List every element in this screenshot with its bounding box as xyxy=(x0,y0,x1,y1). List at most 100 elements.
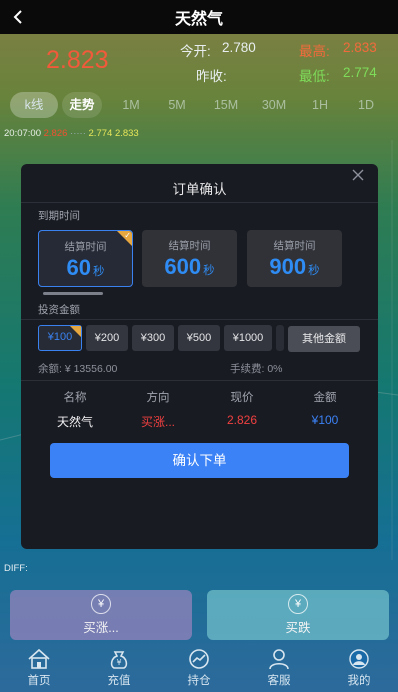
tab-kline[interactable]: k线 xyxy=(10,92,58,118)
yen-icon: ¥ xyxy=(288,594,308,614)
duration-number: 600 xyxy=(164,254,202,279)
tabbar-recharge[interactable]: ¥ 充值 xyxy=(89,645,149,692)
tabbar-service-label: 客服 xyxy=(267,675,291,687)
expiry-label: 到期时间 xyxy=(38,210,80,222)
user-profile-icon xyxy=(349,649,369,669)
svg-text:¥: ¥ xyxy=(116,658,121,667)
period-tabs: k线 走势 1M 5M 15M 30M 1H 1D xyxy=(0,92,398,118)
chart-value-faded: ····· xyxy=(70,128,86,139)
duration-value: 900 秒 xyxy=(247,254,342,280)
buy-up-button[interactable]: ¥ 买涨... xyxy=(10,590,192,640)
chart-icon xyxy=(189,649,209,669)
tabbar-service[interactable]: 客服 xyxy=(249,645,309,692)
header-name: 名称 xyxy=(63,392,87,404)
header-amount: 金额 xyxy=(313,392,337,404)
amount-label: ¥500 xyxy=(186,332,212,344)
other-amount-button[interactable]: 其他金额 xyxy=(288,326,360,352)
order-confirm-modal: 订单确认 到期时间 结算时间 60 秒 ✓ 结算时间 600 秒 结算时间 900 xyxy=(21,164,378,549)
tabbar-mine-label: 我的 xyxy=(347,675,371,687)
amount-300-button[interactable]: ¥300 xyxy=(132,325,174,351)
tabbar-recharge-label: 充值 xyxy=(107,675,131,687)
back-button[interactable] xyxy=(8,6,28,28)
chart-value-1: 2.826 xyxy=(43,128,68,139)
duration-number: 900 xyxy=(269,254,307,279)
tab-1h[interactable]: 1H xyxy=(306,92,334,118)
order-price: 2.826 xyxy=(226,413,258,427)
bottom-tab-bar: 首页 ¥ 充值 持仓 客服 我的 xyxy=(0,645,398,692)
yen-icon: ¥ xyxy=(91,594,111,614)
amount-1000-button[interactable]: ¥1000 xyxy=(224,325,272,351)
header-direction: 方向 xyxy=(146,392,170,404)
duration-caption: 结算时间 xyxy=(273,240,316,252)
app: 天然气 2.823 今开: 2.780 最高: 2.833 昨收: 最低: 2.… xyxy=(0,0,398,692)
duration-60-option[interactable]: 结算时间 60 秒 ✓ xyxy=(38,230,133,287)
buy-down-button[interactable]: ¥ 买跌 xyxy=(207,590,389,640)
duration-number: 60 xyxy=(66,255,91,280)
scroll-indicator[interactable] xyxy=(43,292,103,295)
chart-value-2: 2.774 xyxy=(88,128,113,139)
balance-text: 余额: ¥ 13556.00 xyxy=(38,363,118,375)
buy-up-label: 买涨... xyxy=(83,621,119,635)
amount-label: ¥300 xyxy=(140,332,166,344)
person-icon xyxy=(269,649,289,670)
tab-1d[interactable]: 1D xyxy=(352,92,380,118)
duration-unit: 秒 xyxy=(308,265,320,277)
order-name: 天然气 xyxy=(56,415,93,429)
open-value: 2.780 xyxy=(222,40,256,55)
amount-label: ¥1000 xyxy=(232,332,264,344)
header-price: 现价 xyxy=(230,392,254,404)
diff-label: DIFF: xyxy=(4,563,28,574)
tabbar-home[interactable]: 首页 xyxy=(9,645,69,692)
low-value: 2.774 xyxy=(343,65,377,80)
modal-title: 订单确认 xyxy=(172,182,227,197)
chart-info: 20:07:00 2.826 ····· 2.774 2.833 xyxy=(4,128,139,139)
tab-15m[interactable]: 15M xyxy=(208,92,244,118)
close-icon xyxy=(352,169,364,181)
selected-check-icon xyxy=(70,326,81,337)
home-icon xyxy=(28,648,50,669)
amount-500-button[interactable]: ¥500 xyxy=(178,325,220,351)
chevron-left-icon xyxy=(13,10,22,24)
tab-1m[interactable]: 1M xyxy=(116,92,146,118)
amount-200-button[interactable]: ¥200 xyxy=(86,325,128,351)
selected-check-icon: ✓ xyxy=(117,231,132,246)
tab-trend[interactable]: 走势 xyxy=(62,92,102,118)
order-direction: 买涨... xyxy=(140,415,175,429)
fee-text: 手续费: 0% xyxy=(230,363,283,375)
amount-overflow-edge xyxy=(276,325,284,351)
low-label: 最低: xyxy=(299,69,330,84)
tabbar-mine[interactable]: 我的 xyxy=(329,645,389,692)
amount-label: ¥200 xyxy=(94,332,120,344)
open-label: 今开: xyxy=(180,44,211,59)
tabbar-positions-label: 持仓 xyxy=(187,675,211,687)
tabbar-home-label: 首页 xyxy=(27,675,51,687)
duration-600-option[interactable]: 结算时间 600 秒 xyxy=(142,230,237,287)
chart-time: 20:07:00 xyxy=(4,128,41,139)
high-label: 最高: xyxy=(299,44,330,59)
buy-down-label: 买跌 xyxy=(285,621,311,635)
amount-label: ¥100 xyxy=(47,331,73,343)
money-bag-icon: ¥ xyxy=(110,651,128,669)
divider xyxy=(21,202,378,203)
amount-label: 投资金额 xyxy=(38,304,80,316)
duration-value: 60 秒 xyxy=(39,255,132,281)
confirm-order-button[interactable]: 确认下单 xyxy=(50,443,349,478)
close-button[interactable] xyxy=(352,168,368,184)
duration-unit: 秒 xyxy=(203,265,215,277)
nav-bar: 天然气 xyxy=(0,0,398,34)
page-title: 天然气 xyxy=(174,11,223,28)
high-value: 2.833 xyxy=(343,40,377,55)
duration-value: 600 秒 xyxy=(142,254,237,280)
order-amount: ¥100 xyxy=(311,413,339,427)
duration-900-option[interactable]: 结算时间 900 秒 xyxy=(247,230,342,287)
prev-close-label: 昨收: xyxy=(196,69,227,84)
tab-30m[interactable]: 30M xyxy=(256,92,292,118)
current-price: 2.823 xyxy=(46,46,109,74)
tab-5m[interactable]: 5M xyxy=(162,92,192,118)
duration-unit: 秒 xyxy=(92,266,105,278)
amount-100-button[interactable]: ¥100 xyxy=(38,325,82,351)
duration-caption: 结算时间 xyxy=(168,240,211,252)
tabbar-positions[interactable]: 持仓 xyxy=(169,645,229,692)
divider xyxy=(21,319,378,320)
divider xyxy=(21,380,378,381)
